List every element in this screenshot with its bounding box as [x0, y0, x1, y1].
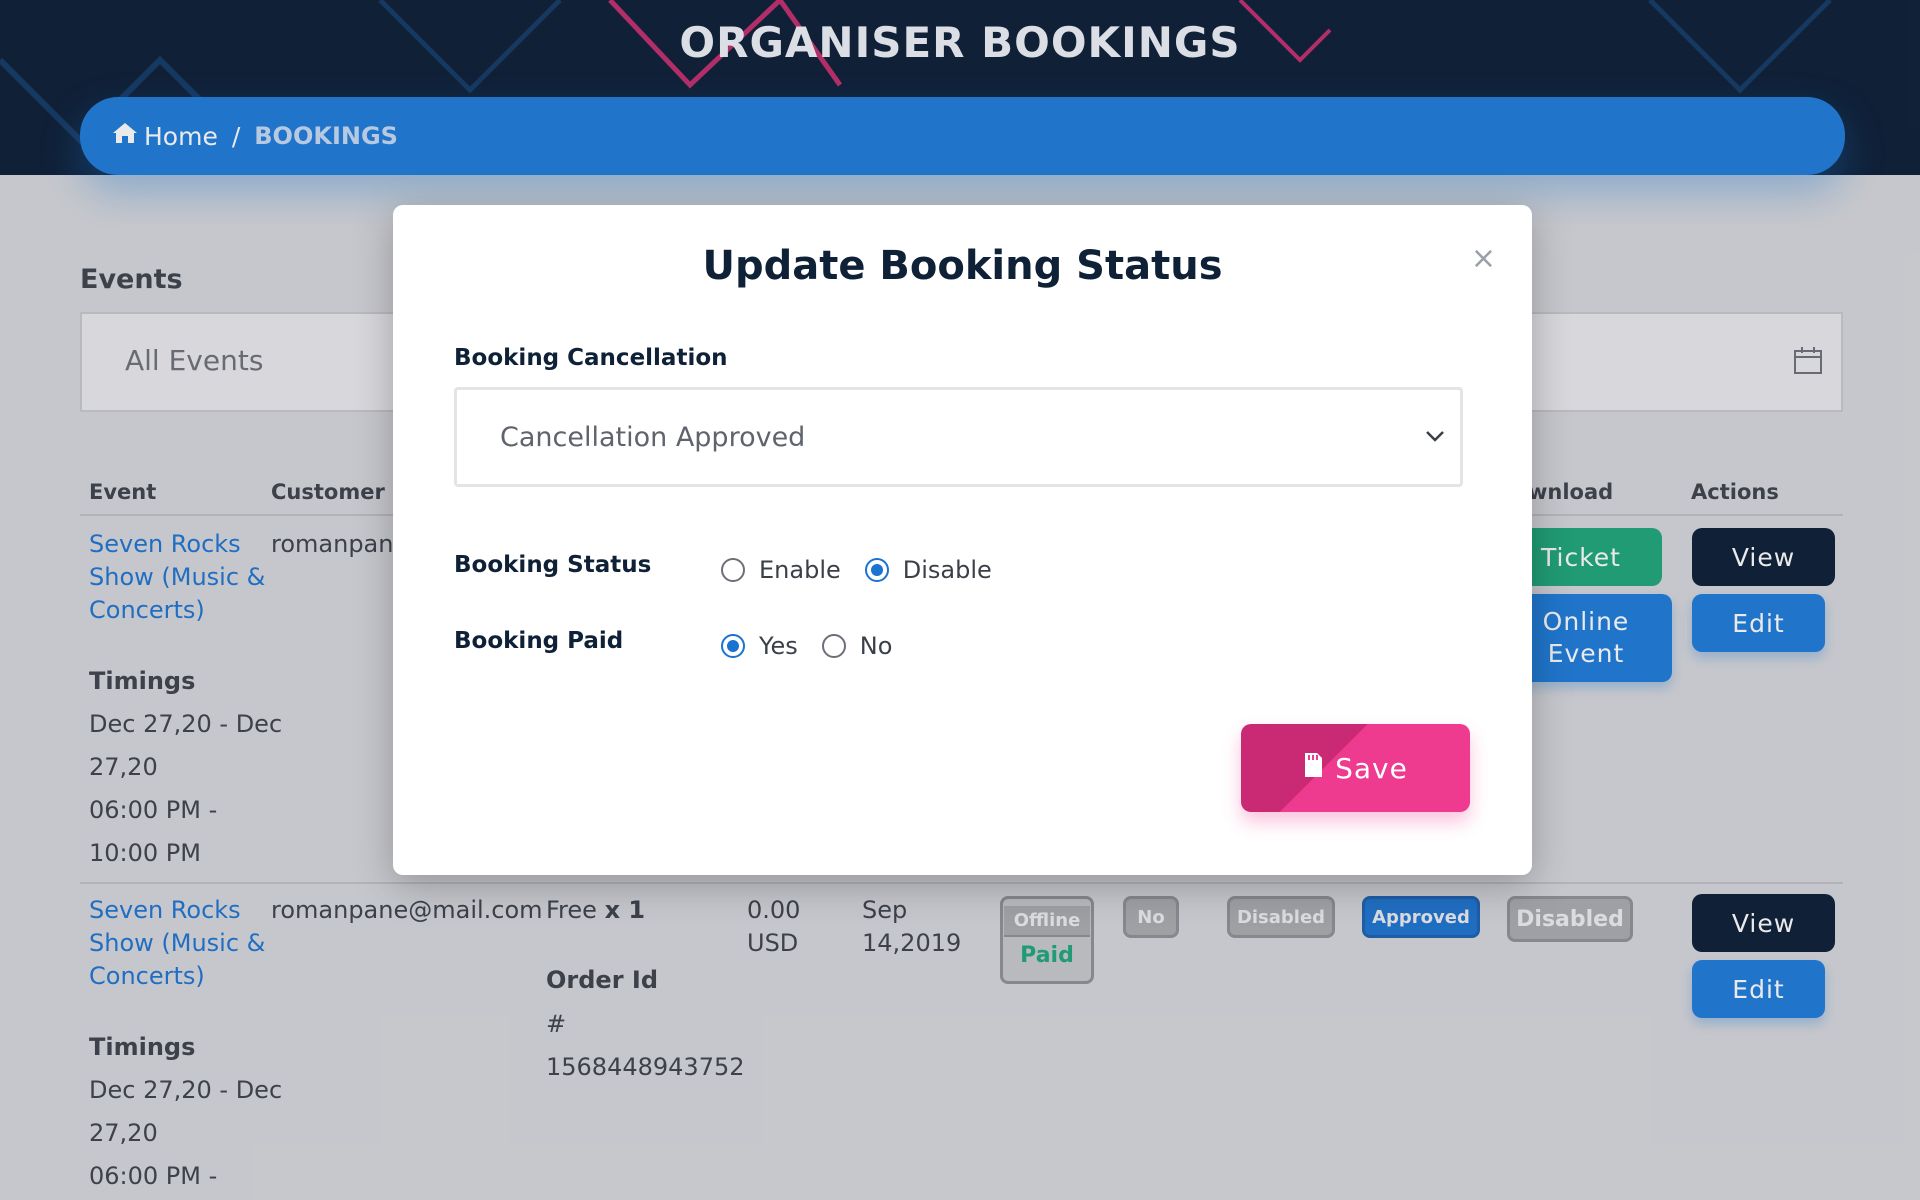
booking-paid-yes-radio[interactable]: [721, 634, 745, 658]
close-icon[interactable]: ×: [1471, 241, 1496, 276]
save-button-label: Save: [1335, 751, 1408, 785]
update-booking-status-modal: Update Booking Status × Booking Cancella…: [393, 205, 1532, 875]
booking-status-enable-radio[interactable]: [721, 558, 745, 582]
booking-cancellation-value: Cancellation Approved: [500, 422, 806, 453]
booking-paid-yes-label[interactable]: Yes: [759, 632, 798, 660]
booking-paid-no-radio[interactable]: [821, 634, 846, 658]
booking-paid-label: Booking Paid: [454, 628, 624, 654]
chevron-down-icon: [1424, 428, 1446, 447]
modal-title: Update Booking Status: [702, 243, 1223, 289]
booking-paid-no-label[interactable]: No: [860, 632, 893, 660]
booking-status-radio-group: Enable Disable: [721, 556, 1016, 584]
booking-cancellation-label: Booking Cancellation: [454, 345, 728, 371]
save-button[interactable]: Save: [1241, 724, 1470, 812]
floppy-disk-icon: [1303, 752, 1323, 785]
booking-status-disable-label[interactable]: Disable: [903, 556, 992, 584]
booking-paid-radio-group: Yes No: [721, 632, 916, 660]
booking-status-disable-radio[interactable]: [864, 558, 889, 582]
booking-cancellation-select[interactable]: Cancellation Approved: [454, 387, 1463, 487]
booking-status-label: Booking Status: [454, 552, 652, 578]
booking-status-enable-label[interactable]: Enable: [759, 556, 841, 584]
